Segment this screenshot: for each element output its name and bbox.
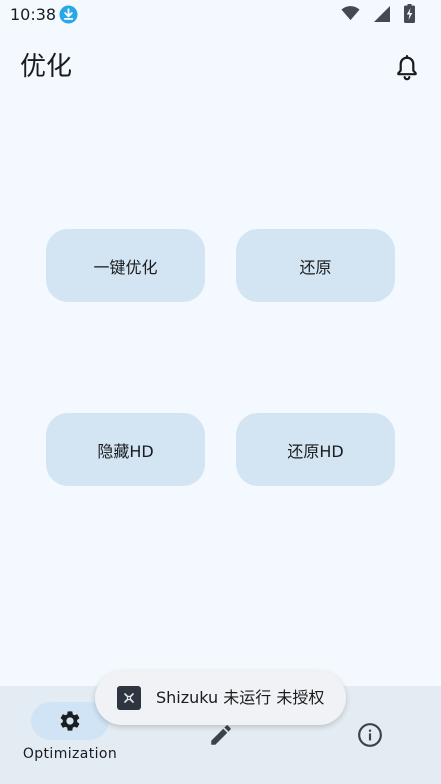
page-title: 优化	[20, 52, 73, 82]
battery-charging-icon	[404, 4, 415, 23]
toast-message: Shizuku 未运行 未授权	[156, 688, 325, 707]
status-time: 10:38	[10, 5, 57, 24]
restore-hd-button[interactable]: 还原HD	[236, 413, 395, 486]
shizuku-status-toast: Shizuku 未运行 未授权	[95, 671, 346, 725]
restore-button[interactable]: 还原	[236, 229, 395, 302]
bell-icon	[397, 54, 417, 81]
app-bar: 优化	[0, 40, 441, 96]
pencil-icon	[211, 725, 231, 745]
gear-icon	[60, 711, 80, 731]
notification-button[interactable]	[393, 54, 421, 82]
info-icon	[358, 723, 382, 747]
nav-label-optimization: Optimization	[22, 746, 118, 762]
one-click-optimize-button[interactable]: 一键优化	[46, 229, 205, 302]
wifi-icon	[341, 6, 360, 21]
signal-icon	[374, 6, 390, 22]
hide-hd-button[interactable]: 隐藏HD	[46, 413, 205, 486]
download-icon	[59, 5, 78, 24]
shizuku-icon	[117, 686, 141, 710]
status-bar: 10:38	[0, 0, 441, 30]
